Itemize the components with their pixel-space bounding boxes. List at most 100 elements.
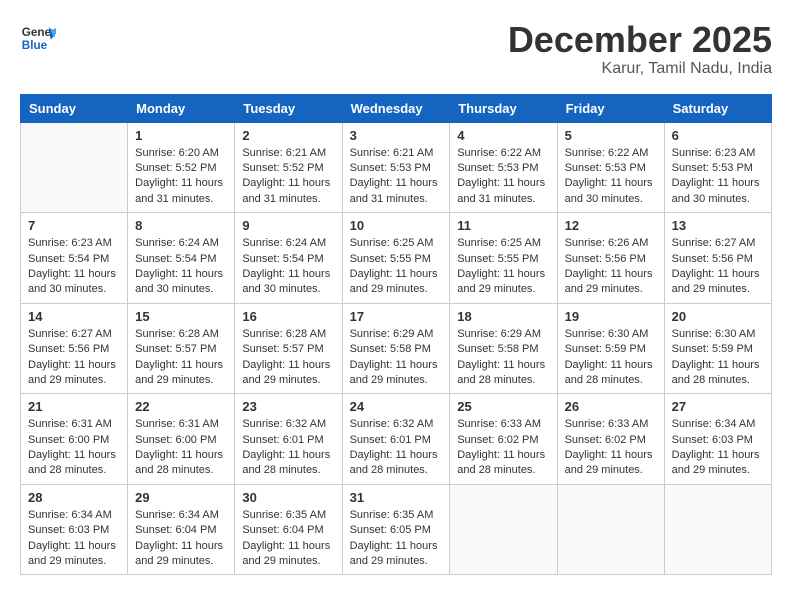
day-number: 4: [457, 128, 549, 143]
day-number: 8: [135, 218, 227, 233]
day-number: 24: [350, 399, 443, 414]
day-info: Sunrise: 6:27 AMSunset: 5:56 PMDaylight:…: [672, 236, 764, 298]
day-number: 9: [242, 218, 334, 233]
day-number: 22: [135, 399, 227, 414]
day-info: Sunrise: 6:20 AMSunset: 5:52 PMDaylight:…: [135, 146, 227, 208]
day-number: 2: [242, 128, 334, 143]
day-cell: 21 Sunrise: 6:31 AMSunset: 6:00 PMDayligh…: [21, 394, 128, 485]
week-row-5: 28 Sunrise: 6:34 AMSunset: 6:03 PMDayligh…: [21, 484, 772, 575]
day-cell: 7Sunrise: 6:23 AMSunset: 5:54 PMDaylight…: [21, 213, 128, 304]
day-number: 11: [457, 218, 549, 233]
day-number: 17: [350, 309, 443, 324]
day-number: 29: [135, 490, 227, 505]
svg-text:Blue: Blue: [22, 39, 48, 52]
day-info: Sunrise: 6:25 AMSunset: 5:55 PMDaylight:…: [457, 236, 549, 298]
week-row-1: 1Sunrise: 6:20 AMSunset: 5:52 PMDaylight…: [21, 122, 772, 213]
day-number: 21: [28, 399, 120, 414]
day-number: 19: [565, 309, 657, 324]
day-number: 6: [672, 128, 764, 143]
day-number: 13: [672, 218, 764, 233]
day-cell: 3 Sunrise: 6:21 AMSunset: 5:53 PMDaylight…: [342, 122, 450, 213]
logo: General Blue: [20, 20, 56, 56]
day-info: Sunrise: 6:26 AMSunset: 5:56 PMDaylight:…: [565, 236, 657, 298]
week-row-2: 7Sunrise: 6:23 AMSunset: 5:54 PMDaylight…: [21, 213, 772, 304]
day-cell: 8Sunrise: 6:24 AMSunset: 5:54 PMDaylight…: [128, 213, 235, 304]
logo-icon: General Blue: [20, 20, 56, 56]
day-cell: 13 Sunrise: 6:27 AMSunset: 5:56 PMDayligh…: [664, 213, 771, 304]
day-cell: 25Sunrise: 6:33 AMSunset: 6:02 PMDayligh…: [450, 394, 557, 485]
page-header: General Blue December 2025 Karur, Tamil …: [20, 20, 772, 78]
day-info: Sunrise: 6:29 AMSunset: 5:58 PMDaylight:…: [457, 327, 549, 389]
day-cell: 2 Sunrise: 6:21 AMSunset: 5:52 PMDaylight…: [235, 122, 342, 213]
day-cell: 29 Sunrise: 6:34 AMSunset: 6:04 PMDayligh…: [128, 484, 235, 575]
day-info: Sunrise: 6:23 AMSunset: 5:54 PMDaylight:…: [28, 236, 120, 298]
day-number: 15: [135, 309, 227, 324]
title-area: December 2025 Karur, Tamil Nadu, India: [508, 20, 772, 78]
col-header-wednesday: Wednesday: [342, 94, 450, 122]
day-cell: 6 Sunrise: 6:23 AMSunset: 5:53 PMDaylight…: [664, 122, 771, 213]
day-info: Sunrise: 6:30 AMSunset: 5:59 PMDaylight:…: [672, 327, 764, 389]
day-cell: 5 Sunrise: 6:22 AMSunset: 5:53 PMDaylight…: [557, 122, 664, 213]
day-info: Sunrise: 6:28 AMSunset: 5:57 PMDaylight:…: [242, 327, 334, 389]
day-cell: 17 Sunrise: 6:29 AMSunset: 5:58 PMDayligh…: [342, 303, 450, 394]
day-info: Sunrise: 6:21 AMSunset: 5:52 PMDaylight:…: [242, 146, 334, 208]
day-cell: 15 Sunrise: 6:28 AMSunset: 5:57 PMDayligh…: [128, 303, 235, 394]
day-number: 12: [565, 218, 657, 233]
day-info: Sunrise: 6:21 AMSunset: 5:53 PMDaylight:…: [350, 146, 443, 208]
day-cell: 26Sunrise: 6:33 AMSunset: 6:02 PMDayligh…: [557, 394, 664, 485]
day-number: 28: [28, 490, 120, 505]
day-info: Sunrise: 6:25 AMSunset: 5:55 PMDaylight:…: [350, 236, 443, 298]
day-info: Sunrise: 6:22 AMSunset: 5:53 PMDaylight:…: [565, 146, 657, 208]
col-header-monday: Monday: [128, 94, 235, 122]
day-info: Sunrise: 6:34 AMSunset: 6:03 PMDaylight:…: [28, 508, 120, 570]
day-number: 25: [457, 399, 549, 414]
day-number: 18: [457, 309, 549, 324]
day-cell: 11 Sunrise: 6:25 AMSunset: 5:55 PMDayligh…: [450, 213, 557, 304]
day-info: Sunrise: 6:35 AMSunset: 6:04 PMDaylight:…: [242, 508, 334, 570]
day-cell: 27 Sunrise: 6:34 AMSunset: 6:03 PMDayligh…: [664, 394, 771, 485]
day-info: Sunrise: 6:31 AMSunset: 6:00 PMDaylight:…: [28, 417, 120, 479]
day-cell: 10 Sunrise: 6:25 AMSunset: 5:55 PMDayligh…: [342, 213, 450, 304]
day-info: Sunrise: 6:29 AMSunset: 5:58 PMDaylight:…: [350, 327, 443, 389]
location: Karur, Tamil Nadu, India: [508, 60, 772, 78]
day-info: Sunrise: 6:34 AMSunset: 6:03 PMDaylight:…: [672, 417, 764, 479]
day-number: 31: [350, 490, 443, 505]
day-number: 20: [672, 309, 764, 324]
day-cell: 1Sunrise: 6:20 AMSunset: 5:52 PMDaylight…: [128, 122, 235, 213]
day-cell: 12 Sunrise: 6:26 AMSunset: 5:56 PMDayligh…: [557, 213, 664, 304]
col-header-sunday: Sunday: [21, 94, 128, 122]
col-header-friday: Friday: [557, 94, 664, 122]
day-number: 10: [350, 218, 443, 233]
week-row-3: 14Sunrise: 6:27 AMSunset: 5:56 PMDayligh…: [21, 303, 772, 394]
day-number: 3: [350, 128, 443, 143]
col-header-saturday: Saturday: [664, 94, 771, 122]
day-cell: [557, 484, 664, 575]
day-cell: 4 Sunrise: 6:22 AMSunset: 5:53 PMDaylight…: [450, 122, 557, 213]
day-cell: [664, 484, 771, 575]
day-cell: 22 Sunrise: 6:31 AMSunset: 6:00 PMDayligh…: [128, 394, 235, 485]
calendar-table: SundayMondayTuesdayWednesdayThursdayFrid…: [20, 94, 772, 576]
col-header-thursday: Thursday: [450, 94, 557, 122]
day-cell: 16 Sunrise: 6:28 AMSunset: 5:57 PMDayligh…: [235, 303, 342, 394]
week-row-4: 21 Sunrise: 6:31 AMSunset: 6:00 PMDayligh…: [21, 394, 772, 485]
day-info: Sunrise: 6:34 AMSunset: 6:04 PMDaylight:…: [135, 508, 227, 570]
day-number: 26: [565, 399, 657, 414]
day-number: 16: [242, 309, 334, 324]
day-cell: 30Sunrise: 6:35 AMSunset: 6:04 PMDayligh…: [235, 484, 342, 575]
day-cell: 24 Sunrise: 6:32 AMSunset: 6:01 PMDayligh…: [342, 394, 450, 485]
day-number: 23: [242, 399, 334, 414]
day-info: Sunrise: 6:22 AMSunset: 5:53 PMDaylight:…: [457, 146, 549, 208]
day-cell: [450, 484, 557, 575]
day-info: Sunrise: 6:24 AMSunset: 5:54 PMDaylight:…: [242, 236, 334, 298]
day-info: Sunrise: 6:23 AMSunset: 5:53 PMDaylight:…: [672, 146, 764, 208]
col-header-tuesday: Tuesday: [235, 94, 342, 122]
day-info: Sunrise: 6:32 AMSunset: 6:01 PMDaylight:…: [350, 417, 443, 479]
day-cell: 20 Sunrise: 6:30 AMSunset: 5:59 PMDayligh…: [664, 303, 771, 394]
day-number: 5: [565, 128, 657, 143]
day-number: 27: [672, 399, 764, 414]
day-info: Sunrise: 6:32 AMSunset: 6:01 PMDaylight:…: [242, 417, 334, 479]
day-info: Sunrise: 6:31 AMSunset: 6:00 PMDaylight:…: [135, 417, 227, 479]
day-info: Sunrise: 6:28 AMSunset: 5:57 PMDaylight:…: [135, 327, 227, 389]
month-title: December 2025: [508, 20, 772, 60]
day-cell: 19Sunrise: 6:30 AMSunset: 5:59 PMDayligh…: [557, 303, 664, 394]
